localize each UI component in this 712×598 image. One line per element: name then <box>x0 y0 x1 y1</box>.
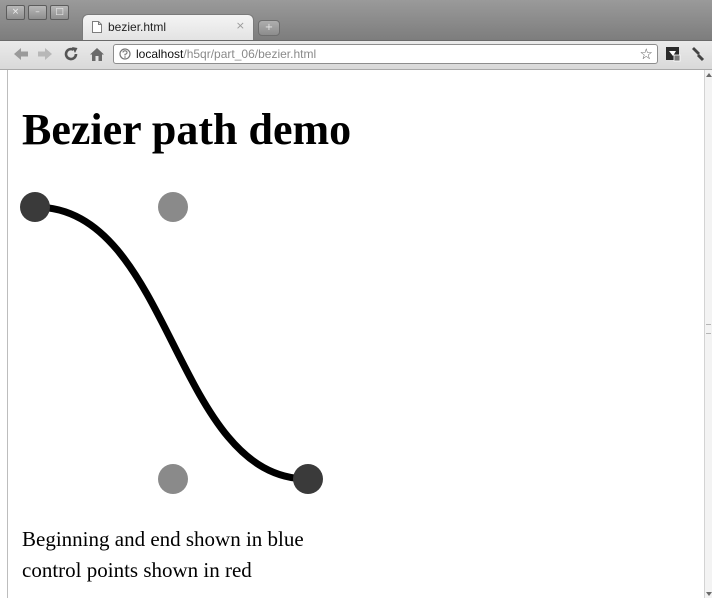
page-title: Bezier path demo <box>22 105 352 154</box>
bezier-curve <box>31 203 312 483</box>
window-close-button[interactable]: × <box>6 5 25 20</box>
extension-icon[interactable] <box>664 45 682 63</box>
star-icon[interactable]: ☆ <box>640 45 653 63</box>
wrench-icon[interactable] <box>688 45 706 63</box>
control-point-2[interactable] <box>158 464 188 494</box>
tab-bezier[interactable]: bezier.html × <box>82 14 254 40</box>
caption: Beginning and end shown in blue control p… <box>22 524 304 586</box>
caption-line-1: Beginning and end shown in blue <box>22 527 304 551</box>
caption-line-2: control points shown in red <box>22 558 252 582</box>
toolbar: localhost/h5qr/part_06/bezier.html ☆ <box>0 41 712 70</box>
browser-window: × – □ bezier.html × + localhost/h5qr/par… <box>0 0 712 598</box>
url-path: /h5qr/part_06/bezier.html <box>183 47 317 61</box>
forward-arrow-icon[interactable] <box>36 45 54 63</box>
tab-strip: × – □ bezier.html × + <box>0 0 712 41</box>
scroll-down-icon[interactable] <box>706 592 712 596</box>
url-text: localhost/h5qr/part_06/bezier.html <box>136 47 316 61</box>
control-point-1[interactable] <box>158 192 188 222</box>
page-content: Bezier path demo Beginning and end shown… <box>7 70 705 598</box>
scroll-up-icon[interactable] <box>706 73 712 77</box>
address-bar[interactable]: localhost/h5qr/part_06/bezier.html ☆ <box>113 44 658 64</box>
url-host: localhost <box>136 47 184 61</box>
window-minimize-button[interactable]: – <box>28 5 47 20</box>
tab-title: bezier.html <box>108 20 167 34</box>
window-controls: × – □ <box>6 5 69 20</box>
reload-icon[interactable] <box>62 45 80 63</box>
tab-close-button[interactable]: × <box>236 19 245 32</box>
back-arrow-icon[interactable] <box>12 45 30 63</box>
bezier-canvas <box>20 192 323 494</box>
scroll-grip-icon <box>706 324 711 334</box>
home-icon[interactable] <box>88 45 106 63</box>
window-maximize-button[interactable]: □ <box>50 5 69 20</box>
new-tab-button[interactable]: + <box>258 20 280 36</box>
document-icon <box>92 21 102 33</box>
page-icon <box>119 48 131 60</box>
start-point[interactable] <box>20 192 50 222</box>
vertical-scrollbar[interactable] <box>704 70 712 598</box>
end-point[interactable] <box>293 464 323 494</box>
